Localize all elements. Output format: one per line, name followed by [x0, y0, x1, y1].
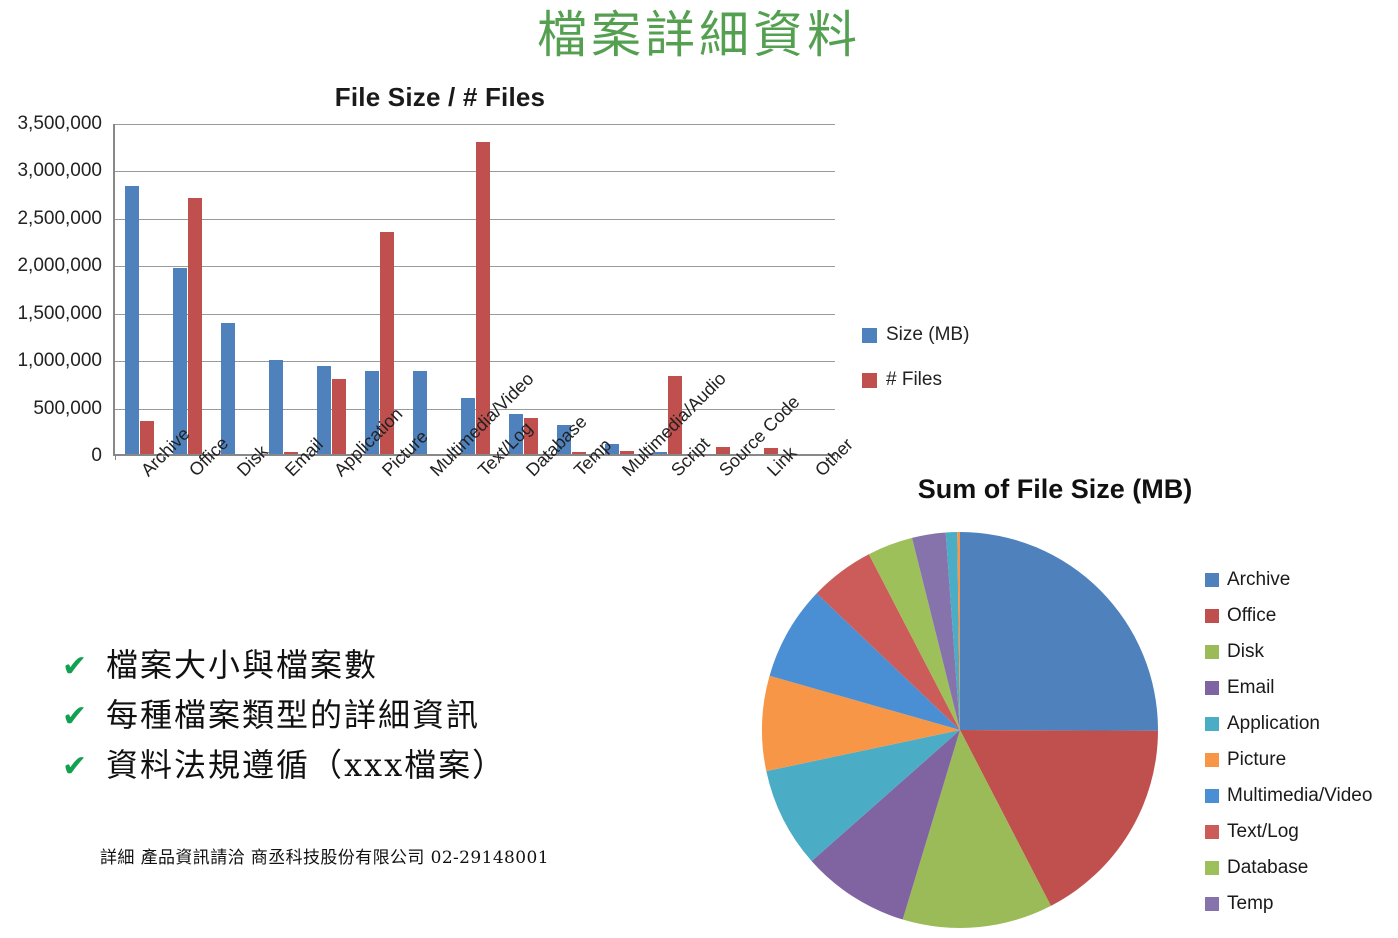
bar-size[interactable] [124, 185, 139, 454]
legend-swatch [1205, 609, 1219, 623]
legend-swatch [1205, 825, 1219, 839]
y-tick-label: 0 [91, 445, 102, 466]
x-axis-category-labels: Archive Office Disk Email Application Picture… [113, 368, 857, 592]
bullet-item: ✔ 檔案大小與檔案數 [62, 646, 702, 684]
x-label-cell: Temp [546, 435, 615, 592]
x-tick [115, 454, 116, 460]
legend-swatch [1205, 645, 1219, 659]
x-label-cell: Email [257, 434, 327, 592]
legend-swatch [1205, 897, 1219, 911]
bullet-list: ✔ 檔案大小與檔案數 ✔ 每種檔案類型的詳細資訊 ✔ 資料法規遵循（xxx檔案） [62, 646, 702, 797]
bar-group[interactable] [163, 124, 211, 454]
pie-graphic [761, 532, 1159, 929]
legend-swatch [1205, 573, 1219, 587]
y-tick-label: 1,000,000 [17, 350, 102, 372]
legend-item[interactable]: # Files [862, 369, 1042, 391]
legend-item[interactable]: Email [1205, 670, 1398, 706]
legend-item[interactable]: Database [1205, 850, 1398, 886]
x-label-cell: Text/Log [450, 418, 536, 592]
pie-svg-wrapper [760, 528, 1180, 938]
x-label-cell: Picture [354, 426, 432, 592]
bullet-text: 每種檔案類型的詳細資訊 [106, 695, 481, 734]
y-axis-tick-labels: 0 500,000 1,000,000 1,500,000 2,000,000 2,500… [0, 113, 108, 466]
pie-chart: Sum of File Size (MB) Archive Office Disk E… [760, 470, 1398, 938]
legend-swatch [1205, 681, 1219, 695]
bar-size[interactable] [268, 359, 283, 454]
y-tick-label: 2,000,000 [17, 255, 102, 277]
legend-label: Multimedia/Video [1227, 785, 1373, 806]
legend-label: Disk [1227, 641, 1264, 662]
legend-label: Picture [1227, 749, 1287, 770]
bar-chart-title: File Size / # Files [334, 82, 546, 112]
legend-item[interactable]: Temp [1205, 886, 1398, 922]
y-tick-label: 2,500,000 [17, 207, 102, 229]
y-tick-label: 500,000 [33, 397, 102, 419]
y-tick-label: 3,000,000 [17, 160, 102, 182]
legend-swatch [862, 372, 877, 388]
bullet-item: ✔ 資料法規遵循（xxx檔案） [62, 745, 702, 784]
bullet-item: ✔ 每種檔案類型的詳細資訊 [62, 695, 702, 734]
x-label-cell: Office [161, 433, 232, 592]
legend-swatch [862, 327, 877, 343]
legend-label: Text/Log [1227, 821, 1299, 842]
legend-item[interactable]: Multimedia/Video [1205, 778, 1398, 814]
bar-group[interactable] [595, 124, 643, 454]
bar-files[interactable] [187, 198, 202, 454]
legend-label: Office [1227, 605, 1277, 626]
bullet-text: 資料法規遵循（xxx檔案） [106, 745, 507, 784]
bar-files[interactable] [331, 378, 346, 454]
x-label-cell: Multimedia/Video [402, 369, 538, 592]
x-label-cell: Application [306, 404, 406, 592]
legend-item[interactable]: Size (MB) [862, 324, 1042, 346]
legend-label: # Files [886, 369, 942, 390]
bar-series-layer [115, 124, 835, 454]
x-label-cell: Source Code [691, 392, 803, 592]
legend-item[interactable]: Disk [1205, 634, 1398, 670]
legend-item[interactable]: Office [1205, 598, 1398, 634]
bar-files[interactable] [139, 421, 154, 454]
legend-label: Temp [1227, 893, 1274, 914]
check-icon: ✔ [62, 748, 88, 784]
page-title: 檔案詳細資料 [537, 6, 861, 64]
legend-item[interactable]: Text/Log [1205, 814, 1398, 850]
y-tick-label: 3,500,000 [17, 113, 102, 134]
legend-label: Email [1227, 677, 1275, 698]
legend-item[interactable]: Picture [1205, 742, 1398, 778]
legend-label: Archive [1227, 569, 1291, 590]
x-label-cell: Script [643, 433, 714, 592]
legend-item[interactable]: Application [1205, 706, 1398, 742]
legend-item[interactable]: Archive [1205, 562, 1398, 598]
bar-group[interactable] [403, 124, 451, 454]
x-label-cell: Multimedia/Audio [594, 368, 730, 592]
legend-label: Size (MB) [886, 324, 970, 345]
legend-label: Application [1227, 713, 1320, 734]
pie-slice[interactable] [960, 532, 1159, 731]
x-label-cell: Archive [113, 424, 194, 592]
legend-swatch [1205, 861, 1219, 875]
legend-swatch [1205, 789, 1219, 803]
legend-label: Database [1227, 857, 1309, 878]
bar-size[interactable] [220, 322, 235, 454]
pie-chart-legend: Archive Office Disk Email Application Picture… [1205, 562, 1398, 922]
legend-swatch [1205, 717, 1219, 731]
bar-group[interactable] [211, 124, 259, 454]
bar-group[interactable] [355, 124, 403, 454]
check-icon: ✔ [62, 649, 88, 684]
bar-chart-legend: Size (MB) # Files [862, 324, 1042, 414]
bullet-text: 檔案大小與檔案數 [106, 646, 379, 684]
bar-group[interactable] [547, 124, 595, 454]
slide-canvas: 檔案詳細資料 File Size / # Files 0 500,000 1,000… [0, 0, 1398, 938]
footer-contact-note: 詳細 產品資訊請洽 商丞科技股份有限公司 02-29148001 [100, 848, 549, 868]
legend-swatch [1205, 753, 1219, 767]
bar-group[interactable] [115, 124, 163, 454]
bar-plot-area [113, 124, 838, 460]
x-label-cell: Disk [209, 441, 272, 592]
x-label-cell: Database [498, 412, 591, 592]
y-tick-label: 1,500,000 [17, 302, 102, 324]
bar-group[interactable] [259, 124, 307, 454]
bar-group[interactable] [307, 124, 355, 454]
pie-chart-title: Sum of File Size (MB) [917, 474, 1193, 504]
check-icon: ✔ [62, 698, 88, 734]
